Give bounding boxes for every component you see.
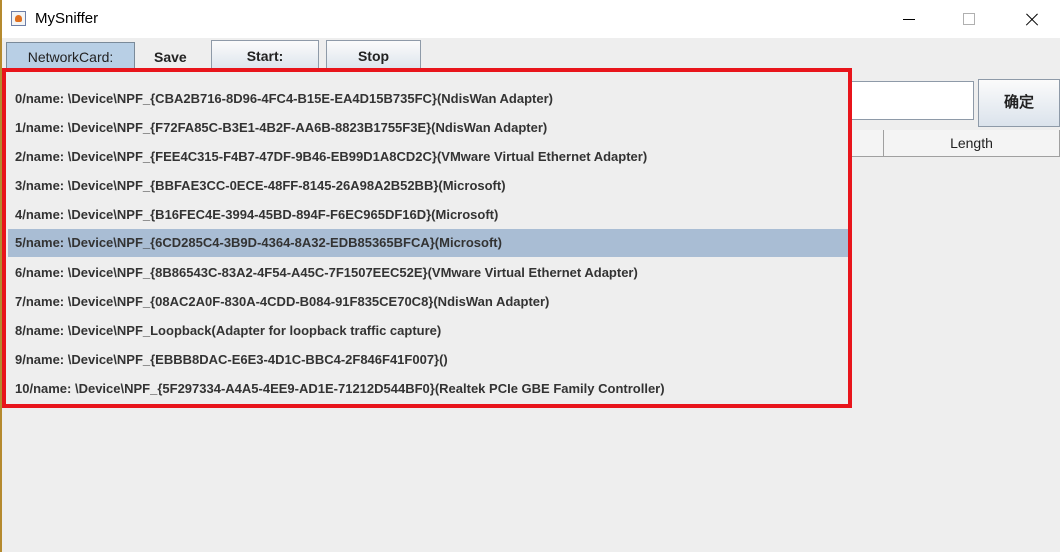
- networkcard-menu-item[interactable]: 7/name: \Device\NPF_{08AC2A0F-830A-4CDD-…: [8, 288, 848, 316]
- networkcard-menu-item[interactable]: 6/name: \Device\NPF_{8B86543C-83A2-4F54-…: [8, 259, 848, 287]
- column-header-length[interactable]: Length: [884, 130, 1060, 156]
- networkcard-menu-item-selected[interactable]: 5/name: \Device\NPF_{6CD285C4-3B9D-4364-…: [8, 229, 848, 257]
- minimize-icon[interactable]: [886, 0, 932, 38]
- title-bar: MySniffer: [2, 0, 1060, 38]
- window-title: MySniffer: [35, 10, 99, 27]
- packet-table-header: Length: [826, 130, 1060, 157]
- java-app-icon: [11, 11, 26, 26]
- networkcard-menu-item[interactable]: 3/name: \Device\NPF_{BBFAE3CC-0ECE-48FF-…: [8, 172, 848, 200]
- networkcard-dropdown-menu: 0/name: \Device\NPF_{CBA2B716-8D96-4FC4-…: [2, 68, 852, 408]
- networkcard-menu-item[interactable]: 8/name: \Device\NPF_Loopback(Adapter for…: [8, 317, 848, 345]
- networkcard-menu-item[interactable]: 9/name: \Device\NPF_{EBBB8DAC-E6E3-4D1C-…: [8, 346, 848, 374]
- confirm-button[interactable]: 确定: [978, 79, 1060, 127]
- networkcard-menu-item[interactable]: 1/name: \Device\NPF_{F72FA85C-B3E1-4B2F-…: [8, 114, 848, 142]
- networkcard-menu-item[interactable]: 10/name: \Device\NPF_{5F297334-A4A5-4EE9…: [8, 375, 848, 403]
- menu-bar: NetworkCard: Save Start: Stop: [2, 38, 1060, 72]
- maximize-icon[interactable]: [946, 0, 992, 38]
- networkcard-menu-item[interactable]: 2/name: \Device\NPF_{FEE4C315-F4B7-47DF-…: [8, 143, 848, 171]
- networkcard-menu-item[interactable]: 4/name: \Device\NPF_{B16FEC4E-3994-45BD-…: [8, 201, 848, 229]
- close-icon[interactable]: [1008, 0, 1054, 38]
- networkcard-menu-item[interactable]: 0/name: \Device\NPF_{CBA2B716-8D96-4FC4-…: [8, 85, 848, 113]
